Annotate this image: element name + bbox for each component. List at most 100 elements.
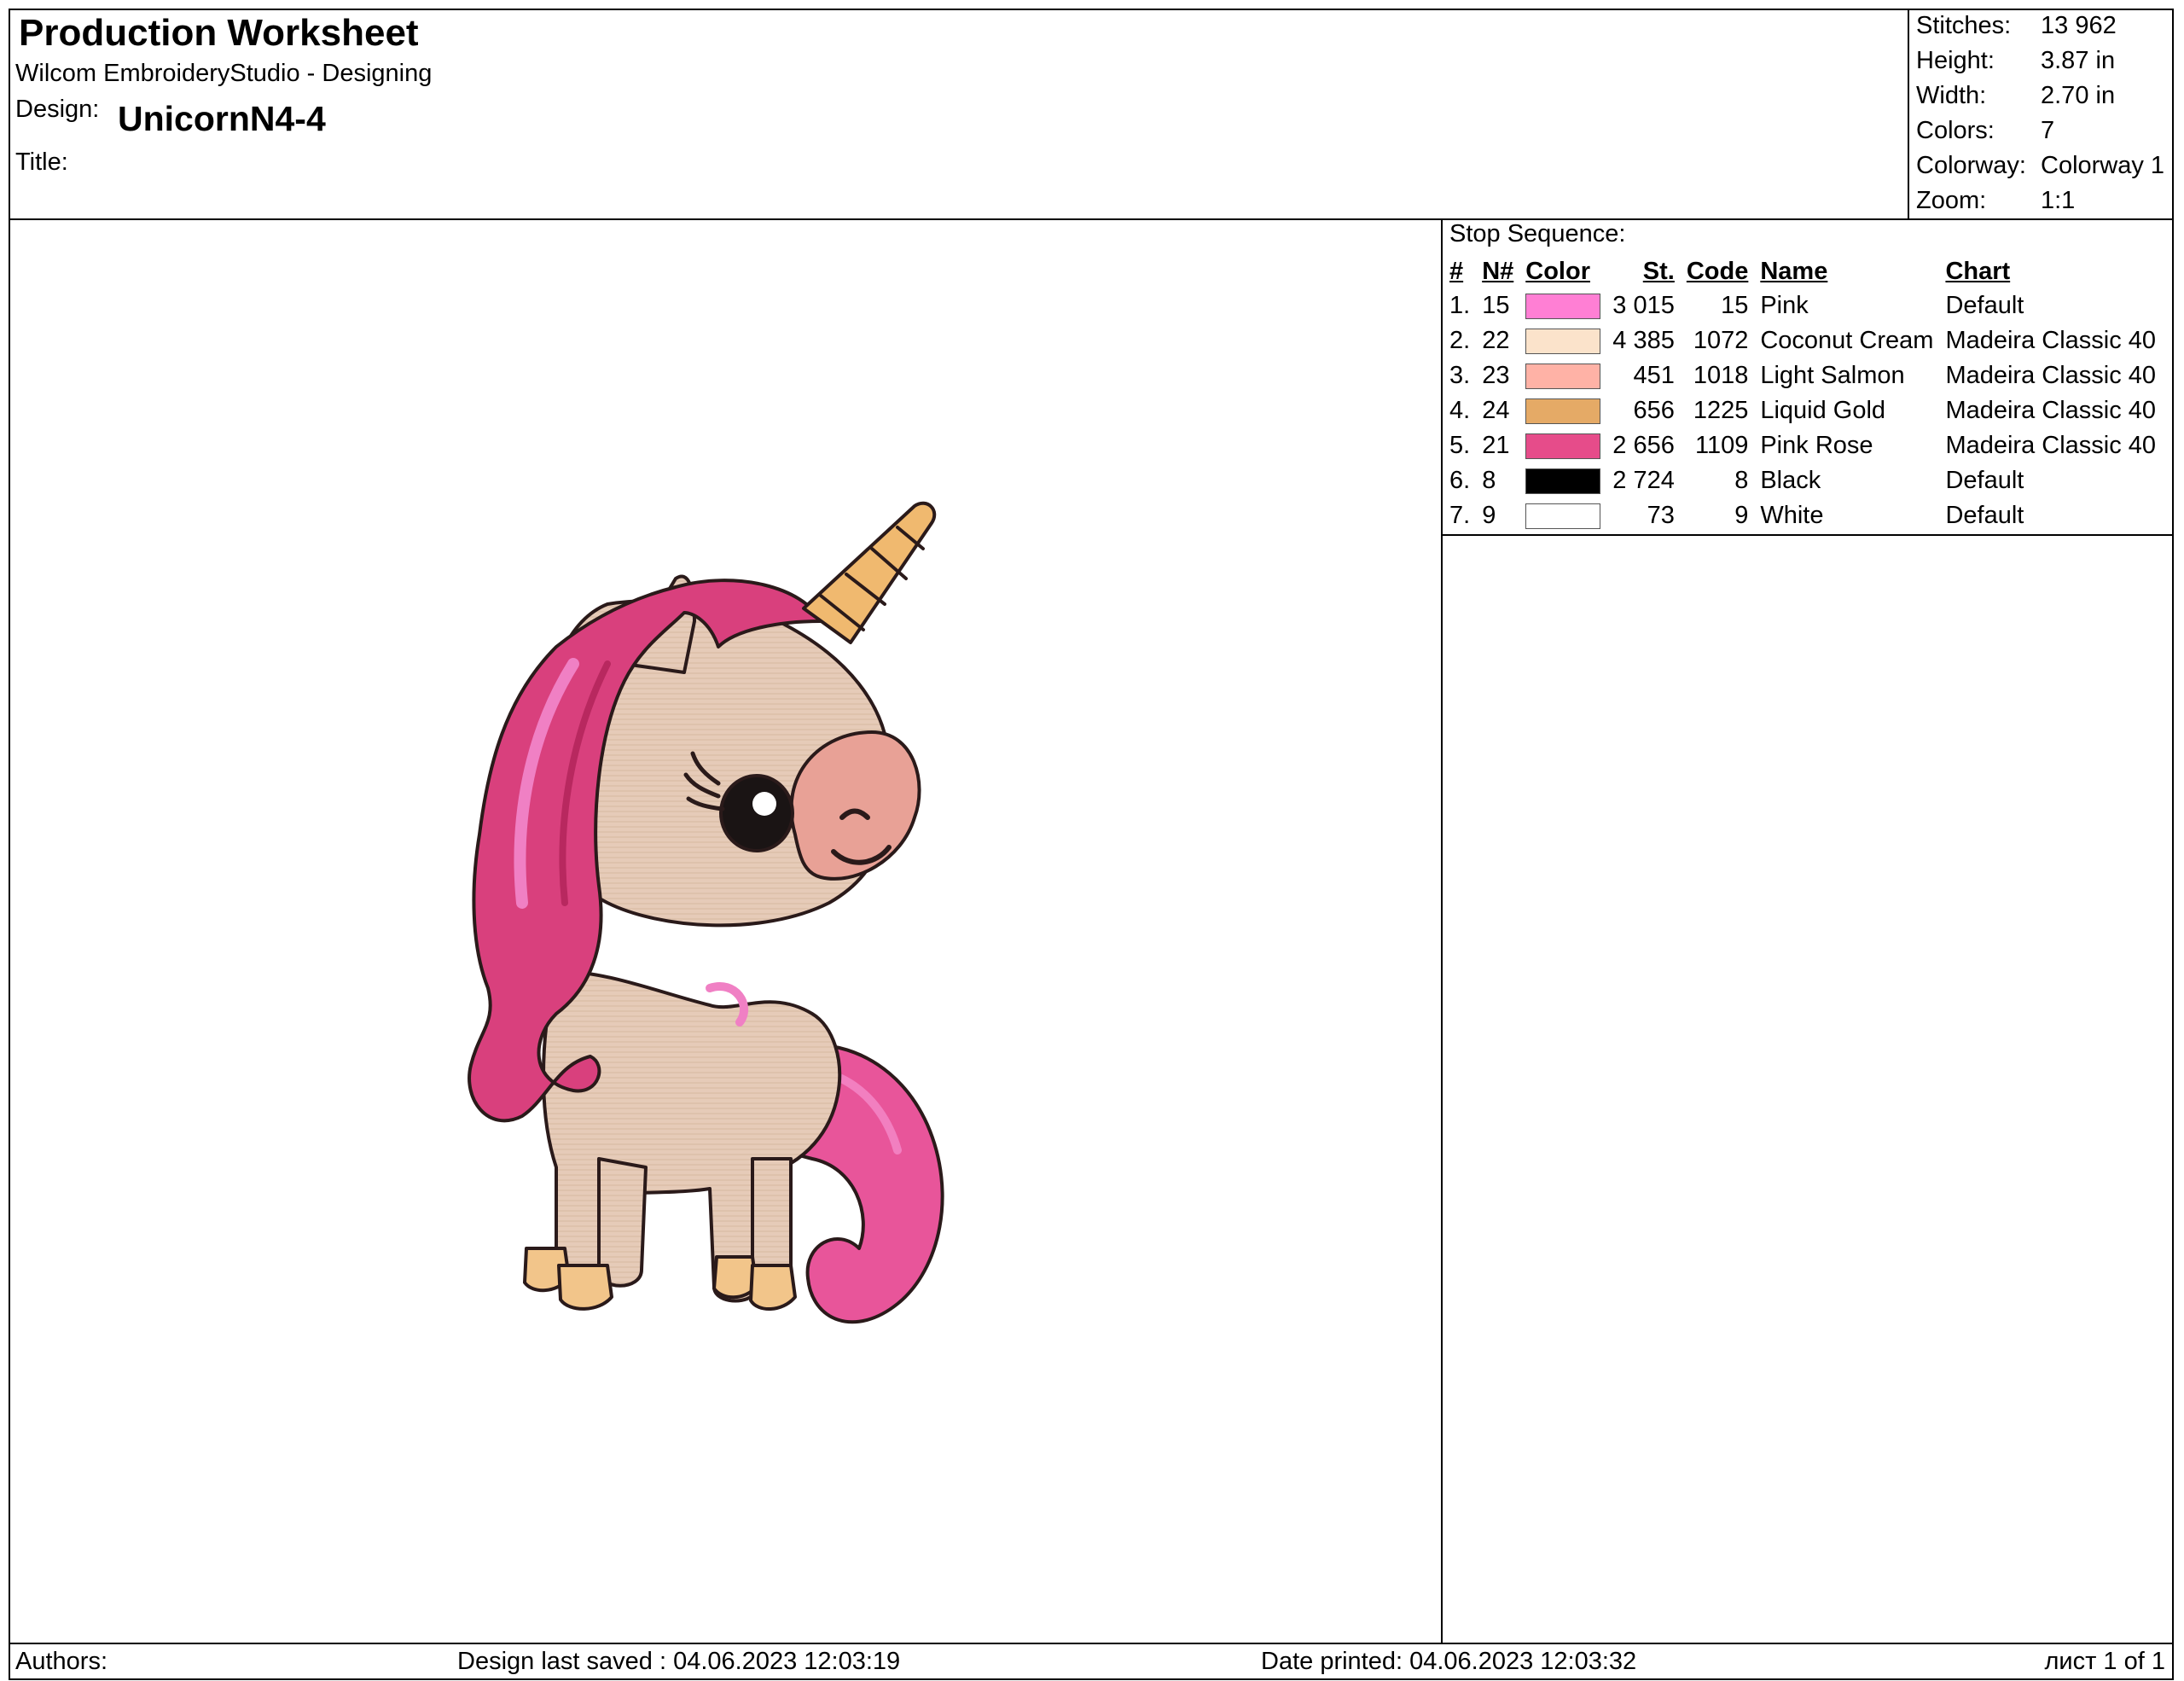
column-header[interactable]: St. <box>1609 254 1683 288</box>
thread-name: Pink Rose <box>1760 432 1873 459</box>
table-row[interactable]: 2. 22 4 385 1072 Coconut Cream Madeira Classi… <box>1446 323 2164 358</box>
color-swatch-box <box>1525 329 1601 355</box>
stat-value: 2.70 in <box>2041 82 2116 109</box>
row-index: 1. <box>1449 292 1471 319</box>
design-stats-panel: Stitches: 13 962 Height: 3.87 in Width: … <box>1908 9 2174 218</box>
stop-sequence-table: # N# Color St. Code Name Chart 1. 15 3 015… <box>1446 254 2164 533</box>
stat-label: Colors: <box>1916 117 1995 144</box>
needle-number: 9 <box>1482 502 1496 529</box>
color-swatch-box <box>1525 468 1601 495</box>
table-row[interactable]: 4. 24 656 1225 Liquid Gold Madeira Classic 40 <box>1446 393 2164 428</box>
unicorn-embroidery-preview <box>468 501 944 1324</box>
thread-name: Liquid Gold <box>1760 397 1886 424</box>
row-index: 6. <box>1449 467 1471 494</box>
design-canvas <box>10 220 1443 1643</box>
stat-label: Colorway: <box>1916 152 2026 179</box>
row-index: 4. <box>1449 397 1471 424</box>
color-swatch <box>1522 393 1609 428</box>
page-title: Production Worksheet <box>19 12 419 54</box>
table-row[interactable]: 5. 21 2 656 1109 Pink Rose Madeira Classic 40 <box>1446 428 2164 463</box>
column-header[interactable]: # <box>1446 254 1478 288</box>
column-header[interactable]: Code <box>1683 254 1757 288</box>
authors-label: Authors: <box>15 1648 107 1675</box>
thread-code: 8 <box>1734 467 1749 494</box>
app-subtitle: Wilcom EmbroideryStudio - Designing <box>15 60 433 87</box>
thread-name: Pink <box>1760 292 1809 319</box>
stat-value: Colorway 1 <box>2041 152 2165 179</box>
stat-value: 7 <box>2041 117 2055 144</box>
title-label: Title: <box>15 148 68 176</box>
stitch-count: 73 <box>1647 502 1675 529</box>
color-swatch <box>1522 498 1609 533</box>
thread-code: 1225 <box>1693 397 1749 424</box>
thread-code: 15 <box>1721 292 1749 319</box>
column-header[interactable]: Name <box>1757 254 1942 288</box>
table-row[interactable]: 7. 9 73 9 White Default <box>1446 498 2164 533</box>
stitch-count: 2 724 <box>1612 467 1675 494</box>
color-swatch-box <box>1525 294 1601 320</box>
design-name: UnicornN4-4 <box>118 99 326 138</box>
color-swatch <box>1522 288 1609 323</box>
stat-label: Stitches: <box>1916 12 2012 39</box>
table-row[interactable]: 6. 8 2 724 8 Black Default <box>1446 463 2164 498</box>
stitch-count: 451 <box>1633 362 1675 389</box>
stat-value: 13 962 <box>2041 12 2117 39</box>
thread-code: 1109 <box>1694 432 1749 459</box>
color-swatch <box>1522 323 1609 358</box>
column-header[interactable]: N# <box>1478 254 1522 288</box>
stitch-count: 2 656 <box>1612 432 1675 459</box>
column-header[interactable]: Chart <box>1942 254 2164 288</box>
table-row[interactable]: 1. 15 3 015 15 Pink Default <box>1446 288 2164 323</box>
thread-chart: Madeira Classic 40 <box>1945 362 2157 389</box>
thread-name: Black <box>1760 467 1821 494</box>
stitch-count: 3 015 <box>1612 292 1675 319</box>
design-label: Design: <box>15 96 100 123</box>
color-swatch-box <box>1525 398 1601 425</box>
row-index: 7. <box>1449 502 1471 529</box>
stat-value: 1:1 <box>2041 187 2076 214</box>
thread-chart: Default <box>1945 292 2024 319</box>
color-swatch-box <box>1525 433 1601 460</box>
color-swatch <box>1522 428 1609 463</box>
worksheet-footer: Authors: Design last saved : 04.06.2023 … <box>9 1643 2174 1680</box>
date-printed-text: Date printed: 04.06.2023 12:03:32 <box>1261 1648 1637 1675</box>
table-header-row: # N# Color St. Code Name Chart <box>1446 254 2164 288</box>
thread-name: White <box>1760 502 1824 529</box>
row-index: 3. <box>1449 362 1471 389</box>
needle-number: 21 <box>1482 432 1510 459</box>
row-index: 5. <box>1449 432 1471 459</box>
row-index: 2. <box>1449 327 1471 354</box>
stat-label: Width: <box>1916 82 1987 109</box>
stop-sequence-panel: Stop Sequence: # N# Color St. Code Name … <box>1443 220 2174 536</box>
worksheet-header: Production Worksheet Wilcom EmbroiderySt… <box>9 9 2174 220</box>
thread-chart: Madeira Classic 40 <box>1945 397 2157 424</box>
stat-value: 3.87 in <box>2041 47 2116 74</box>
thread-code: 1018 <box>1693 362 1749 389</box>
stat-label: Height: <box>1916 47 1995 74</box>
color-swatch-box <box>1525 503 1601 530</box>
thread-chart: Default <box>1945 502 2024 529</box>
color-swatch-box <box>1525 364 1601 390</box>
needle-number: 15 <box>1482 292 1510 319</box>
stitch-count: 656 <box>1633 397 1675 424</box>
column-header[interactable]: Color <box>1522 254 1609 288</box>
stat-label: Zoom: <box>1916 187 1987 214</box>
color-swatch <box>1522 358 1609 393</box>
table-row[interactable]: 3. 23 451 1018 Light Salmon Madeira Classic 4… <box>1446 358 2164 393</box>
thread-name: Coconut Cream <box>1760 327 1934 354</box>
thread-chart: Default <box>1945 467 2024 494</box>
stitch-count: 4 385 <box>1612 327 1675 354</box>
thread-chart: Madeira Classic 40 <box>1945 432 2157 459</box>
page-number: лист 1 of 1 <box>2044 1648 2165 1675</box>
thread-name: Light Salmon <box>1760 362 1905 389</box>
needle-number: 8 <box>1482 467 1496 494</box>
color-swatch <box>1522 463 1609 498</box>
needle-number: 22 <box>1482 327 1510 354</box>
last-saved-text: Design last saved : 04.06.2023 12:03:19 <box>457 1648 901 1675</box>
needle-number: 24 <box>1482 397 1510 424</box>
needle-number: 23 <box>1482 362 1510 389</box>
thread-chart: Madeira Classic 40 <box>1945 327 2157 354</box>
thread-code: 9 <box>1734 502 1749 529</box>
stop-sequence-title: Stop Sequence: <box>1449 220 1626 247</box>
thread-code: 1072 <box>1693 327 1749 354</box>
